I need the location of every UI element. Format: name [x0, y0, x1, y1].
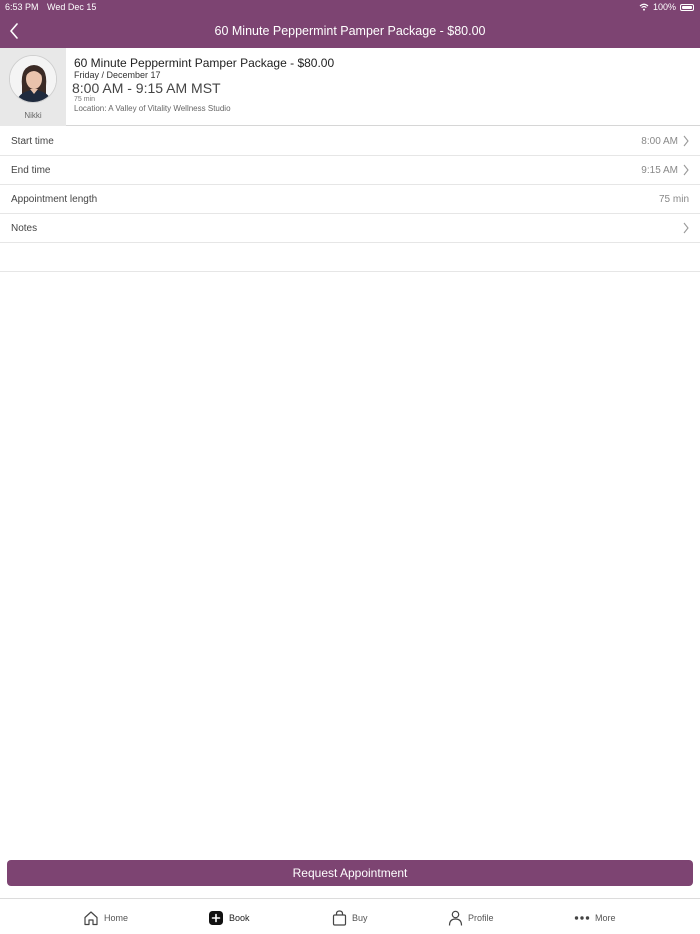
tab-profile-label: Profile: [468, 913, 494, 923]
appointment-length-short: 75 min: [74, 96, 96, 103]
shopping-bag-icon: [332, 910, 347, 926]
battery-icon: [680, 3, 694, 11]
tab-profile[interactable]: Profile: [448, 908, 494, 928]
status-left: 6:53 PM Wed Dec 15: [5, 2, 96, 12]
tab-buy[interactable]: Buy: [332, 908, 368, 928]
appointment-date: Friday / December 17: [74, 70, 161, 80]
appointment-length-value: 75 min: [658, 194, 689, 205]
status-time: 6:53 PM: [5, 2, 39, 12]
avatar: [9, 55, 57, 103]
appointment-length-label: Appointment length: [11, 194, 98, 205]
status-bar: 6:53 PM Wed Dec 15 100%: [0, 0, 700, 14]
provider-photo: [10, 56, 56, 102]
wifi-icon: [639, 3, 649, 11]
provider-name: Nikki: [24, 111, 42, 120]
plus-square-icon: [209, 911, 223, 925]
chevron-right-icon: [683, 135, 689, 147]
appointment-info: 60 Minute Peppermint Pamper Package - $8…: [72, 56, 335, 114]
tab-book-label: Book: [229, 913, 250, 923]
chevron-right-icon: [683, 222, 689, 234]
appointment-location: Location: A Valley of Vitality Wellness …: [74, 104, 231, 113]
end-time-value: 9:15 AM: [641, 165, 678, 176]
tab-buy-label: Buy: [352, 913, 368, 923]
tab-bar: Home Book Buy Profile More: [0, 898, 700, 934]
appointment-time-range: 8:00 AM - 9:15 AM MST: [72, 80, 221, 96]
appointment-details-list: Start time 8:00 AM End time 9:15 AM Appo…: [0, 127, 700, 272]
tab-home[interactable]: Home: [83, 908, 128, 928]
notes-row[interactable]: Notes: [0, 214, 700, 243]
nav-bar: 60 Minute Peppermint Pamper Package - $8…: [0, 14, 700, 48]
home-icon: [84, 911, 98, 926]
appointment-summary: Nikki 60 Minute Peppermint Pamper Packag…: [0, 48, 700, 126]
tab-book[interactable]: Book: [208, 908, 250, 928]
start-time-value: 8:00 AM: [641, 136, 678, 147]
start-time-row[interactable]: Start time 8:00 AM: [0, 127, 700, 156]
provider-panel[interactable]: Nikki: [0, 48, 66, 126]
end-time-label: End time: [11, 165, 51, 176]
notes-label: Notes: [11, 223, 38, 234]
start-time-label: Start time: [11, 136, 54, 147]
service-title: 60 Minute Peppermint Pamper Package - $8…: [74, 56, 335, 70]
empty-row: [0, 243, 700, 272]
person-icon: [448, 910, 463, 926]
tab-home-label: Home: [104, 913, 129, 923]
tab-more-label: More: [595, 913, 616, 923]
chevron-right-icon: [683, 164, 689, 176]
status-right: 100%: [639, 2, 694, 12]
request-appointment-button[interactable]: Request Appointment: [7, 860, 693, 886]
tab-more[interactable]: More: [574, 908, 616, 928]
ellipsis-icon: [574, 916, 590, 920]
end-time-row[interactable]: End time 9:15 AM: [0, 156, 700, 185]
appointment-length-row: Appointment length 75 min: [0, 185, 700, 214]
status-date: Wed Dec 15: [47, 2, 97, 12]
page-title: 60 Minute Peppermint Pamper Package - $8…: [214, 24, 486, 38]
battery-percent: 100%: [652, 2, 676, 12]
